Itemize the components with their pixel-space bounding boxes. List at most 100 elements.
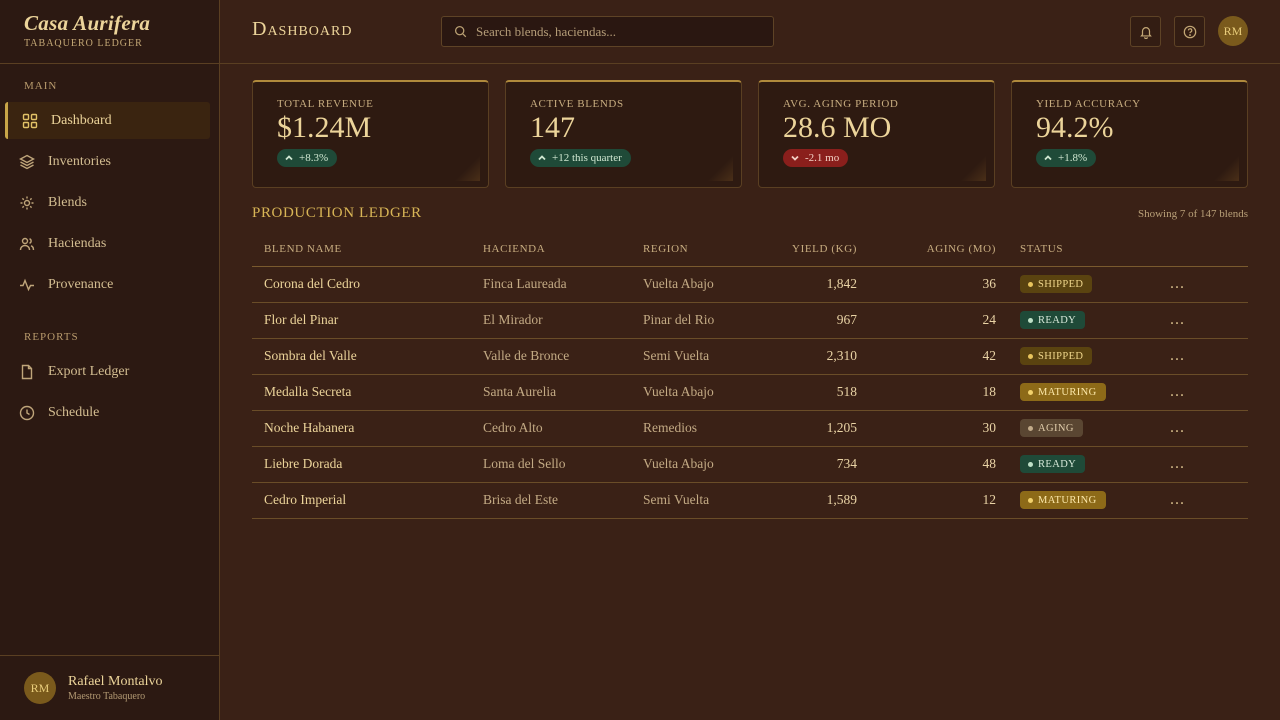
header-avatar[interactable]: RM [1218,16,1248,46]
sidebar-item-provenance[interactable]: Provenance [5,266,210,303]
column-header-hacienda[interactable]: Hacienda [471,232,631,267]
column-header-aging[interactable]: Aging (mo) [857,232,996,267]
table-body: Corona del Cedro Finca Laureada Vuelta Aba… [252,266,1248,519]
status-badge: Ready [1020,311,1086,330]
status-text: Ready [1038,314,1077,326]
table-row[interactable]: Medalla Secreta Santa Aurelia Vuelta Abajo… [252,374,1248,411]
clock-icon [19,405,35,420]
bell-icon [1139,26,1152,39]
sidebar-item-label: Inventories [48,153,111,169]
kpi-trend-badge: -2.1 mo [783,149,849,167]
row-menu-button[interactable]: ... [1170,311,1185,328]
sidebar-item-inventories[interactable]: Inventories [5,143,210,180]
cell-blend-name[interactable]: Cedro Imperial [252,482,471,519]
status-dot [1028,281,1033,287]
kpi-corner-decoration [1213,155,1239,181]
row-menu-button[interactable]: ... [1170,275,1185,292]
kpi-label: Yield Accuracy [1036,98,1141,110]
users-icon [19,237,35,250]
kpi-trend-text: -2.1 mo [805,152,840,164]
kpi-card-yield-accuracy: Yield Accuracy 94.2% +1.8% [1011,80,1248,188]
help-button[interactable] [1174,16,1205,47]
table-row[interactable]: Liebre Dorada Loma del Sello Vuelta Abajo 7… [252,446,1248,483]
cell-blend-name[interactable]: Corona del Cedro [252,266,471,303]
status-badge: Ready [1020,455,1086,474]
table-row[interactable]: Noche Habanera Cedro Alto Remedios 1,205 30 A… [252,410,1248,447]
cell-region: Semi Vuelta [631,338,753,375]
kpi-trend-badge: +12 this quarter [530,149,631,167]
production-ledger-table: Blend Name Hacienda Region Yield (kg) Ag… [252,232,1248,519]
sidebar-item-label: Schedule [48,404,100,420]
table-row[interactable]: Cedro Imperial Brisa del Este Semi Vuelta 1… [252,482,1248,519]
chevron-up-icon [285,155,293,161]
cell-status: Shipped [996,338,1140,375]
cell-yield: 2,310 [753,338,857,375]
status-text: Shipped [1038,350,1084,362]
table-row[interactable]: Flor del Pinar El Mirador Pinar del Rio 967… [252,302,1248,339]
search-box[interactable] [441,16,774,47]
brand-subtitle: Tabaquero Ledger [24,38,143,49]
cell-actions: ... [1140,374,1248,411]
row-menu-button[interactable]: ... [1170,383,1185,400]
cell-blend-name[interactable]: Liebre Dorada [252,446,471,483]
chevron-up-icon [1044,155,1052,161]
table-header-row: Blend Name Hacienda Region Yield (kg) Ag… [252,232,1248,267]
kpi-card-active-blends: Active Blends 147 +12 this quarter [505,80,742,188]
kpi-trend-text: +12 this quarter [552,152,622,164]
status-dot [1028,353,1033,359]
sidebar-item-label: Provenance [48,276,114,292]
row-menu-button[interactable]: ... [1170,347,1185,364]
header: Dashboard RM [220,0,1280,64]
search-input[interactable] [476,23,756,40]
cell-status: Ready [996,446,1140,483]
row-menu-button[interactable]: ... [1170,455,1185,472]
cell-blend-name[interactable]: Medalla Secreta [252,374,471,411]
cell-yield: 1,205 [753,410,857,447]
kpi-trend-text: +1.8% [1058,152,1088,164]
sidebar-item-haciendas[interactable]: Haciendas [5,225,210,262]
sidebar-item-dashboard[interactable]: Dashboard [5,102,210,139]
notifications-button[interactable] [1130,16,1161,47]
cell-region: Pinar del Rio [631,302,753,339]
table-row[interactable]: Corona del Cedro Finca Laureada Vuelta Aba… [252,266,1248,303]
cell-actions: ... [1140,410,1248,447]
kpi-card-total-revenue: Total Revenue $1.24M +8.3% [252,80,489,188]
cell-region: Semi Vuelta [631,482,753,519]
cell-aging: 36 [857,266,996,303]
row-menu-button[interactable]: ... [1170,419,1185,436]
cell-aging: 30 [857,410,996,447]
row-menu-button[interactable]: ... [1170,491,1185,508]
cell-hacienda: Cedro Alto [471,410,631,447]
kpi-trend-text: +8.3% [299,152,329,164]
help-icon [1183,25,1196,38]
cell-hacienda: Finca Laureada [471,266,631,303]
user-profile[interactable]: RM Rafael Montalvo Maestro Tabaquero [0,655,219,720]
column-header-yield[interactable]: Yield (kg) [753,232,857,267]
nav-section-main: Main [24,80,58,92]
table-row[interactable]: Sombra del Valle Valle de Bronce Semi Vuel… [252,338,1248,375]
brand: Casa Aurifera Tabaquero Ledger [0,0,219,64]
kpi-corner-decoration [454,155,480,181]
cell-status: Shipped [996,266,1140,303]
status-text: Ready [1038,458,1077,470]
sidebar-item-label: Export Ledger [48,363,130,379]
column-header-status[interactable]: Status [996,232,1140,267]
kpi-label: Total Revenue [277,98,374,110]
column-header-region[interactable]: Region [631,232,753,267]
cell-yield: 1,589 [753,482,857,519]
sidebar-item-label: Haciendas [48,235,107,251]
column-header-blend-name[interactable]: Blend Name [252,232,471,267]
cell-aging: 24 [857,302,996,339]
sidebar: Casa Aurifera Tabaquero Ledger Main Dash… [0,0,220,720]
cell-blend-name[interactable]: Noche Habanera [252,410,471,447]
cell-aging: 48 [857,446,996,483]
cell-status: Aging [996,410,1140,447]
activity-icon [20,278,34,291]
cell-blend-name[interactable]: Sombra del Valle [252,338,471,375]
sidebar-item-blends[interactable]: Blends [5,184,210,221]
cell-blend-name[interactable]: Flor del Pinar [252,302,471,339]
sidebar-item-export-ledger[interactable]: Export Ledger [5,353,210,390]
ledger-count: Showing 7 of 147 blends [1138,208,1248,220]
sidebar-item-schedule[interactable]: Schedule [5,394,210,431]
search-icon [454,25,467,38]
